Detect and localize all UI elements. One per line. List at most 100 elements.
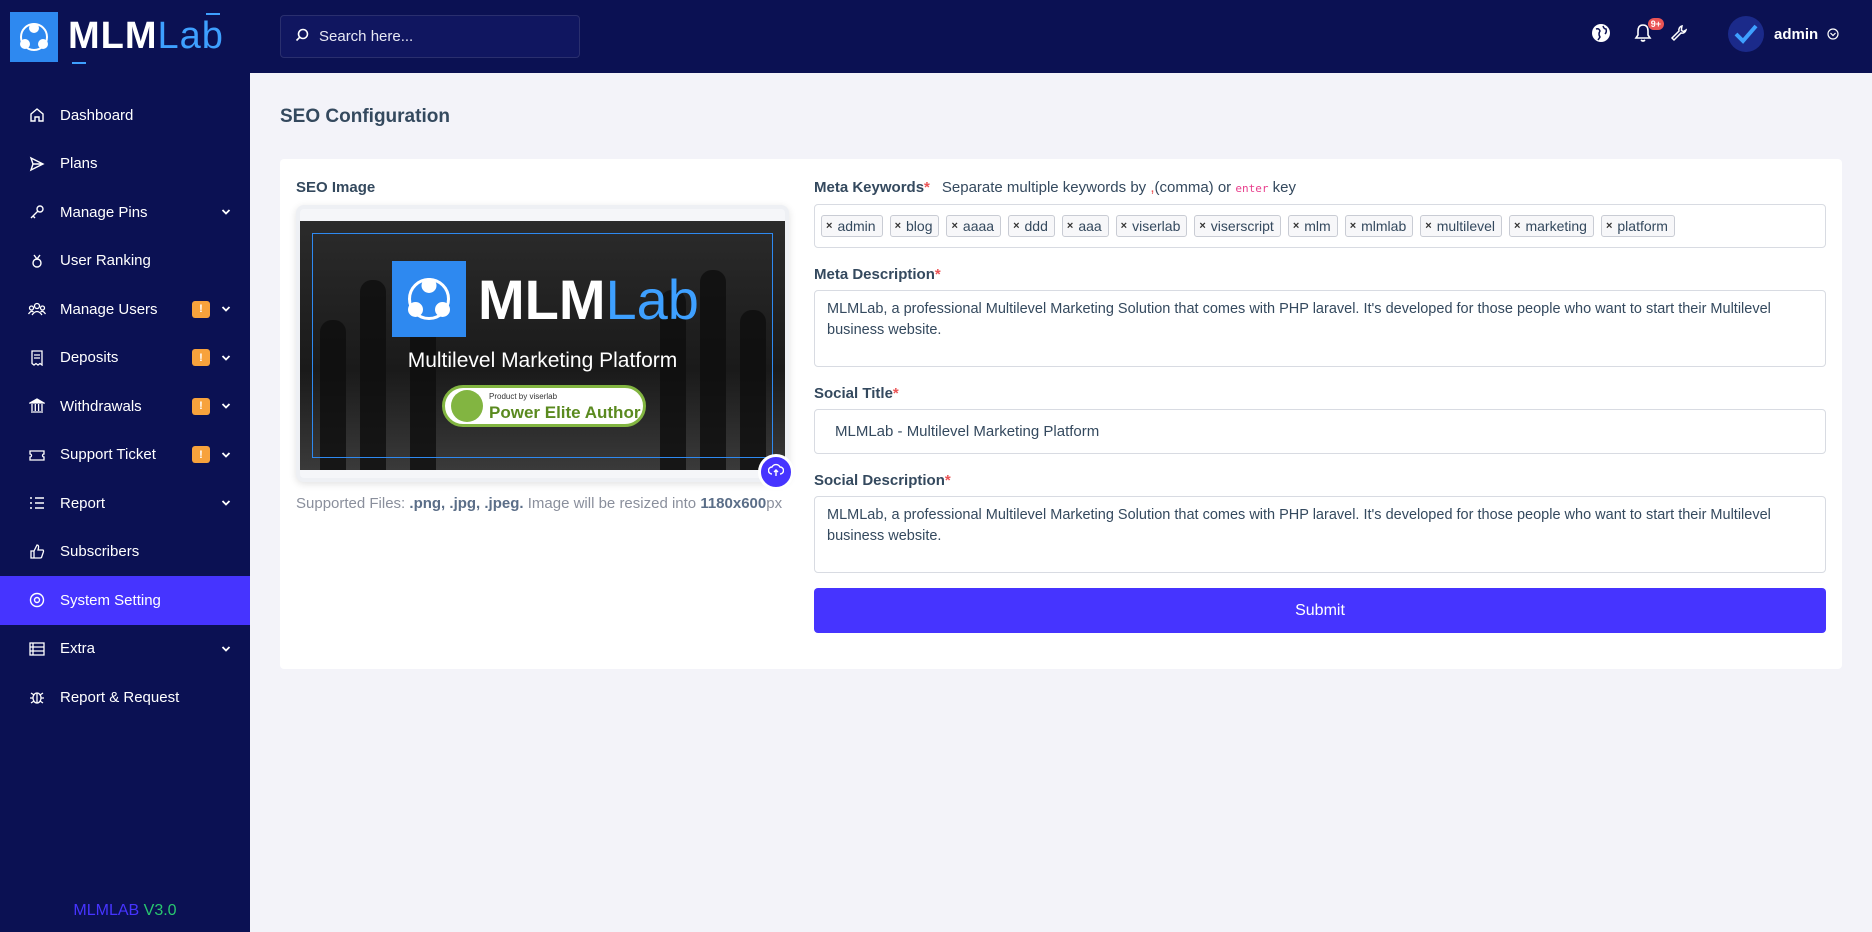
search-input[interactable] <box>319 28 559 45</box>
keyword-tag[interactable]: × mlmlab <box>1344 215 1414 237</box>
sidebar-item-label: Extra <box>60 640 96 658</box>
keyword-tag-label: mlm <box>1304 218 1331 234</box>
sidebar-item-system-setting[interactable]: System Setting <box>0 576 250 625</box>
page-title: SEO Configuration <box>280 106 450 127</box>
keyword-tag-label: blog <box>906 218 933 234</box>
remove-tag-icon[interactable]: × <box>1514 220 1520 232</box>
keyword-tag[interactable]: × aaa <box>1061 215 1109 237</box>
sidebar-item-label: System Setting <box>60 591 161 609</box>
chevron-down-icon <box>220 643 232 655</box>
alert-badge: ! <box>192 446 210 464</box>
sidebar-item-dashboard[interactable]: Dashboard <box>0 91 250 140</box>
home-icon <box>28 106 46 124</box>
medal-icon <box>28 252 46 270</box>
remove-tag-icon[interactable]: × <box>1606 220 1612 232</box>
sidebar-item-label: Subscribers <box>60 543 140 561</box>
chevron-down-icon <box>220 303 232 315</box>
chevron-down-icon <box>220 400 232 412</box>
sidebar-item-support-ticket[interactable]: Support Ticket! <box>0 431 250 480</box>
keyword-tag[interactable]: × multilevel <box>1420 215 1503 237</box>
keyword-tag[interactable]: × ddd <box>1008 215 1055 237</box>
logo[interactable]: MLMLab <box>0 0 250 73</box>
send-icon <box>28 155 46 173</box>
remove-tag-icon[interactable]: × <box>1425 220 1431 232</box>
submit-button[interactable]: Submit <box>814 588 1826 633</box>
meta-description-label: Meta Description* <box>814 266 941 283</box>
sidebar-item-manage-pins[interactable]: Manage Pins <box>0 188 250 237</box>
sidebar-item-withdrawals[interactable]: Withdrawals! <box>0 382 250 431</box>
seo-image-label: SEO Image <box>296 179 376 196</box>
keyword-tag-label: viserlab <box>1132 218 1181 234</box>
keyword-tag[interactable]: × viserscript <box>1194 215 1281 237</box>
keyword-tag[interactable]: × marketing <box>1509 215 1594 237</box>
sidebar-item-label: Support Ticket <box>60 446 156 464</box>
meta-description-field[interactable]: MLMLab, a professional Multilevel Market… <box>814 290 1826 367</box>
sidebar-item-label: Dashboard <box>60 106 134 124</box>
keyword-tag[interactable]: × blog <box>889 215 940 237</box>
keyword-tag[interactable]: × admin <box>821 215 883 237</box>
keyword-tag[interactable]: × platform <box>1600 215 1675 237</box>
sidebar-item-label: Manage Users <box>60 300 158 318</box>
keywords-hint: Separate multiple keywords by ,(comma) o… <box>941 179 1296 196</box>
keyword-tag[interactable]: × mlm <box>1287 215 1338 237</box>
supported-files-note: Supported Files: .png, .jpg, .jpeg. Imag… <box>296 495 783 512</box>
upload-image-button[interactable] <box>758 454 794 490</box>
sidebar-item-subscribers[interactable]: Subscribers <box>0 528 250 577</box>
settings-icon <box>28 591 46 609</box>
seo-form: Meta Keywords* Separate multiple keyword… <box>814 179 1826 633</box>
bank-icon <box>28 397 46 415</box>
remove-tag-icon[interactable]: × <box>1199 220 1205 232</box>
meta-keywords-input[interactable]: × admin × blog × aaaa × ddd × aaa × viserlab × visers… <box>814 204 1826 248</box>
chevron-down-icon <box>220 352 232 364</box>
avatar <box>1728 16 1764 52</box>
remove-tag-icon[interactable]: × <box>1293 220 1299 232</box>
sidebar-item-plans[interactable]: Plans <box>0 140 250 189</box>
logo-mark-icon <box>10 11 58 62</box>
logo-text: MLMLab <box>68 13 224 64</box>
remove-tag-icon[interactable]: × <box>1350 220 1356 232</box>
bell-icon[interactable]: 9+ <box>1632 18 1664 44</box>
sidebar-item-report-request[interactable]: Report & Request <box>0 673 250 722</box>
remove-tag-icon[interactable]: × <box>826 220 832 232</box>
alert-badge: ! <box>192 349 210 367</box>
keyword-tag-label: aaaa <box>962 218 995 234</box>
sidebar: MLMLab Dashboard Plans Manage Pins User Ran… <box>0 0 250 932</box>
chevron-down-icon <box>220 206 232 218</box>
notification-badge: 9+ <box>1647 18 1664 30</box>
keyword-tag[interactable]: × viserlab <box>1115 215 1188 237</box>
key-icon <box>28 203 46 221</box>
sidebar-nav: Dashboard Plans Manage Pins User Ranking Man… <box>0 91 250 722</box>
keyword-tag-label: platform <box>1617 218 1668 234</box>
sidebar-item-deposits[interactable]: Deposits! <box>0 334 250 383</box>
user-menu[interactable]: admin <box>1728 15 1840 53</box>
remove-tag-icon[interactable]: × <box>895 220 901 232</box>
remove-tag-icon[interactable]: × <box>1121 220 1127 232</box>
social-title-field[interactable]: MLMLab - Multilevel Marketing Platform <box>814 409 1826 454</box>
topbar: 9+ admin <box>250 0 1872 73</box>
remove-tag-icon[interactable]: × <box>1067 220 1073 232</box>
sidebar-item-user-ranking[interactable]: User Ranking <box>0 237 250 286</box>
users-icon <box>28 300 46 318</box>
preview-subtitle: Multilevel Marketing Platform <box>407 349 678 372</box>
sidebar-item-report[interactable]: Report <box>0 479 250 528</box>
remove-tag-icon[interactable]: × <box>951 220 957 232</box>
version-label: MLMLAB V3.0 <box>73 902 177 919</box>
chevron-down-icon <box>1826 27 1840 41</box>
keyword-tag-label: aaa <box>1078 218 1102 234</box>
remove-tag-icon[interactable]: × <box>1013 220 1019 232</box>
search-box[interactable] <box>280 15 580 58</box>
social-description-field[interactable]: MLMLab, a professional Multilevel Market… <box>814 496 1826 573</box>
preview-author-badge: Product by viserlab Power Elite Author <box>442 385 646 427</box>
wrench-icon[interactable] <box>1668 22 1690 44</box>
keyword-tag-label: multilevel <box>1436 218 1496 234</box>
chevron-down-icon <box>220 497 232 509</box>
sidebar-item-manage-users[interactable]: Manage Users! <box>0 285 250 334</box>
sidebar-item-extra[interactable]: Extra <box>0 625 250 674</box>
server-icon <box>28 640 46 658</box>
sidebar-item-label: Plans <box>60 155 98 173</box>
sidebar-item-label: Manage Pins <box>60 203 148 221</box>
globe-icon[interactable] <box>1590 22 1612 44</box>
alert-badge: ! <box>192 300 210 318</box>
keyword-tag[interactable]: × aaaa <box>946 215 1002 237</box>
bug-icon <box>28 688 46 706</box>
